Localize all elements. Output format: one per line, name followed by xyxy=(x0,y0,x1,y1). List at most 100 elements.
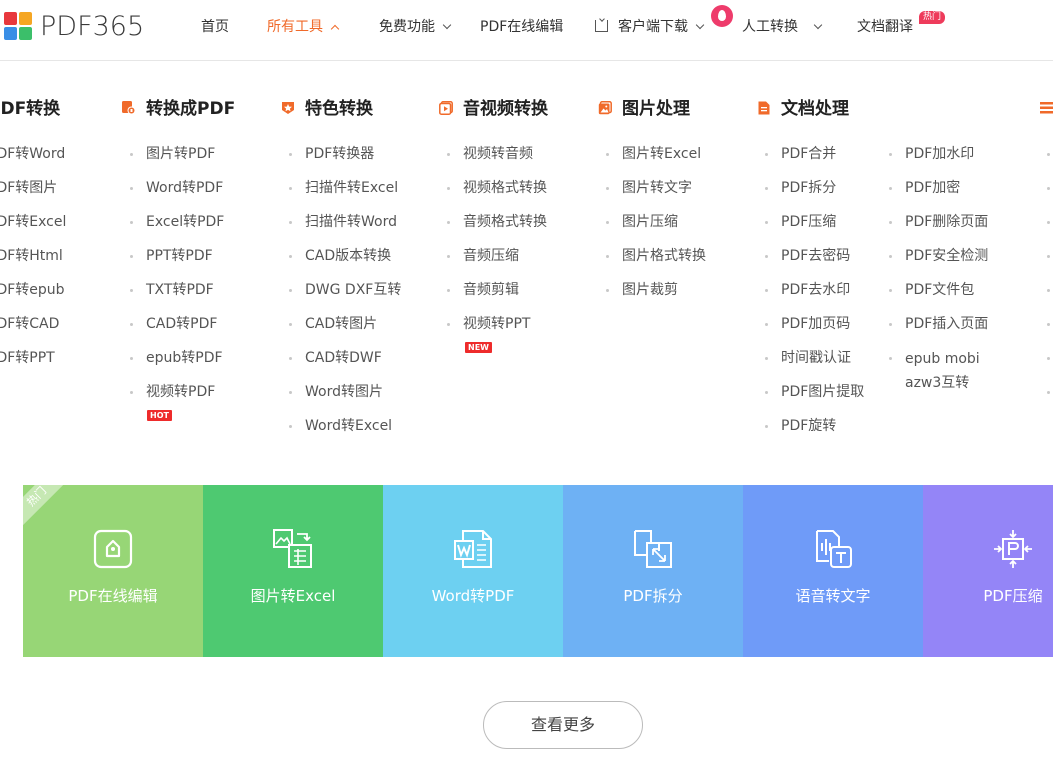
word-to-pdf-icon xyxy=(454,530,492,568)
menu-item-pdf-image-extract[interactable]: PDF图片提取 xyxy=(765,381,864,415)
menu-item-pdf-encrypt[interactable]: PDF加密 xyxy=(889,177,988,211)
menu-item-epub-mobi-line1: epub mobi xyxy=(905,351,980,367)
star-badge-icon xyxy=(282,102,294,114)
menu-item-audio-compress[interactable]: 音频压缩 xyxy=(447,245,547,279)
doc-process-list-b: PDF加水印 PDF加密 PDF删除页面 PDF安全检测 PDF文件包 PDF插… xyxy=(889,143,988,395)
menu-item-video-format[interactable]: 视频格式转换 xyxy=(447,177,547,211)
menu-item-pdf-insert-page[interactable]: PDF插入页面 xyxy=(889,313,988,347)
more-category-icon xyxy=(1040,102,1053,114)
menu-item-image-to-text[interactable]: 图片转文字 xyxy=(606,177,706,211)
menu-item-timestamp[interactable]: 时间戳认证 xyxy=(765,347,864,381)
menu-item-pdf-remove-password[interactable]: PDF去密码 xyxy=(765,245,864,279)
tile-label: 图片转Excel xyxy=(250,587,336,605)
nav-client-download-label: 客户端下载 xyxy=(618,19,688,35)
menu-item-pdf-to-ppt[interactable]: PDF转PPT xyxy=(0,347,66,381)
pdf-convert-list: PDF转Word PDF转图片 PDF转Excel PDF转Html PDF转e… xyxy=(0,143,66,381)
online-edit-icon xyxy=(93,529,133,569)
category-title-special: 特色转换 xyxy=(305,99,373,119)
menu-item-excel-to-pdf[interactable]: Excel转PDF xyxy=(130,211,224,245)
brand-logo[interactable]: PDF365 xyxy=(4,10,145,42)
nav-doc-translate[interactable]: 文档翻译 xyxy=(857,17,913,37)
pdf-compress-icon xyxy=(994,530,1032,568)
menu-item-pdf-compress[interactable]: PDF压缩 xyxy=(765,211,864,245)
menu-item-cad-to-pdf[interactable]: CAD转PDF xyxy=(130,313,224,347)
nav-client-download[interactable]: 客户端下载 xyxy=(595,17,705,37)
tile-label: PDF拆分 xyxy=(623,587,683,605)
nav-free-features-label: 免费功能 xyxy=(379,19,435,35)
menu-item-word-to-image[interactable]: Word转图片 xyxy=(289,381,401,415)
nav-free-features[interactable]: 免费功能 xyxy=(379,17,452,37)
menu-item-pdf-to-word[interactable]: PDF转Word xyxy=(0,143,66,177)
image-process-list: 图片转Excel 图片转文字 图片压缩 图片格式转换 图片裁剪 xyxy=(606,143,706,313)
menu-item-image-crop[interactable]: 图片裁剪 xyxy=(606,279,706,313)
menu-item-scan-to-word[interactable]: 扫描件转Word xyxy=(289,211,401,245)
menu-item-pdf-add-page-number[interactable]: PDF加页码 xyxy=(765,313,864,347)
menu-item-audio-format[interactable]: 音频格式转换 xyxy=(447,211,547,245)
popular-tools: 热门 PDF在线编辑 图片转Excel Word转PDF PDF拆分 语音转文字… xyxy=(23,485,1053,657)
menu-item-pdf-rotate[interactable]: PDF旋转 xyxy=(765,415,864,449)
menu-item-pdf-delete-page[interactable]: PDF删除页面 xyxy=(889,211,988,245)
tile-image-to-excel[interactable]: 图片转Excel xyxy=(203,485,383,657)
menu-item-epub-mobi-azw3[interactable]: epub mobi azw3互转 xyxy=(889,347,988,395)
menu-item-pdf-to-excel[interactable]: PDF转Excel xyxy=(0,211,66,245)
view-more-button[interactable]: 查看更多 xyxy=(483,701,643,749)
nav-home[interactable]: 首页 xyxy=(201,17,229,37)
menu-item-pdf-add-watermark[interactable]: PDF加水印 xyxy=(889,143,988,177)
image-icon xyxy=(598,101,612,115)
category-title-image: 图片处理 xyxy=(622,99,690,119)
menu-item-pdf-converter[interactable]: PDF转换器 xyxy=(289,143,401,177)
tile-label: Word转PDF xyxy=(431,587,515,605)
menu-item-video-to-ppt[interactable]: 视频转PPT xyxy=(447,313,547,347)
tile-speech-to-text[interactable]: 语音转文字 xyxy=(743,485,923,657)
menu-item-scan-to-excel[interactable]: 扫描件转Excel xyxy=(289,177,401,211)
menu-item-epub-to-pdf[interactable]: epub转PDF xyxy=(130,347,224,381)
speech-to-text-icon xyxy=(816,530,852,568)
tile-pdf-split[interactable]: PDF拆分 xyxy=(563,485,743,657)
nav-all-tools[interactable]: 所有工具 xyxy=(267,17,340,37)
menu-item-pdf-security-check[interactable]: PDF安全检测 xyxy=(889,245,988,279)
menu-item-image-to-excel[interactable]: 图片转Excel xyxy=(606,143,706,177)
menu-item-word-to-pdf[interactable]: Word转PDF xyxy=(130,177,224,211)
tile-label: 语音转文字 xyxy=(795,587,871,605)
nav-human-convert[interactable]: 人工转换 xyxy=(742,17,823,37)
menu-item-ppt-to-pdf[interactable]: PPT转PDF xyxy=(130,245,224,279)
menu-item-pdf-to-html[interactable]: PDF转Html xyxy=(0,245,66,279)
menu-item-pdf-remove-watermark[interactable]: PDF去水印 xyxy=(765,279,864,313)
chevron-down-icon xyxy=(813,20,823,30)
tile-word-to-pdf[interactable]: Word转PDF xyxy=(383,485,563,657)
brand-name: PDF365 xyxy=(40,10,145,42)
tile-label: PDF压缩 xyxy=(983,587,1043,605)
chevron-down-icon xyxy=(442,20,452,30)
menu-item-image-format[interactable]: 图片格式转换 xyxy=(606,245,706,279)
menu-item-pdf-merge[interactable]: PDF合并 xyxy=(765,143,864,177)
menu-item-epub-mobi-line2: azw3互转 xyxy=(905,375,970,391)
menu-item-pdf-split[interactable]: PDF拆分 xyxy=(765,177,864,211)
logo-mark-icon xyxy=(4,12,32,40)
menu-item-word-to-excel[interactable]: Word转Excel xyxy=(289,415,401,449)
doc-process-list-a: PDF合并 PDF拆分 PDF压缩 PDF去密码 PDF去水印 PDF加页码 时… xyxy=(765,143,864,449)
to-pdf-list: 图片转PDF Word转PDF Excel转PDF PPT转PDF TXT转PD… xyxy=(130,143,224,415)
menu-item-pdf-to-epub[interactable]: PDF转epub xyxy=(0,279,66,313)
menu-item-pdf-package[interactable]: PDF文件包 xyxy=(889,279,988,313)
document-icon xyxy=(758,101,770,115)
menu-item-txt-to-pdf[interactable]: TXT转PDF xyxy=(130,279,224,313)
menu-item-pdf-to-image[interactable]: PDF转图片 xyxy=(0,177,66,211)
menu-item-dwg-dxf[interactable]: DWG DXF互转 xyxy=(289,279,401,313)
new-tag: NEW xyxy=(465,342,492,353)
tile-pdf-compress[interactable]: PDF压缩 xyxy=(923,485,1053,657)
tile-pdf-online-edit[interactable]: 热门 PDF在线编辑 xyxy=(23,485,203,657)
hot-tag: HOT xyxy=(147,410,172,421)
menu-item-video-to-audio[interactable]: 视频转音频 xyxy=(447,143,547,177)
menu-item-image-to-pdf[interactable]: 图片转PDF xyxy=(130,143,224,177)
menu-item-video-to-pdf[interactable]: 视频转PDF xyxy=(130,381,224,415)
menu-item-cad-version[interactable]: CAD版本转换 xyxy=(289,245,401,279)
nav-online-edit[interactable]: PDF在线编辑 xyxy=(480,17,563,37)
menu-item-cad-to-image[interactable]: CAD转图片 xyxy=(289,313,401,347)
chevron-down-icon xyxy=(695,20,705,30)
fire-icon xyxy=(711,5,733,27)
menu-item-pdf-to-cad[interactable]: PDF转CAD xyxy=(0,313,66,347)
download-icon xyxy=(595,20,608,32)
menu-item-audio-cut[interactable]: 音频剪辑 xyxy=(447,279,547,313)
menu-item-cad-to-dwf[interactable]: CAD转DWF xyxy=(289,347,401,381)
menu-item-image-compress[interactable]: 图片压缩 xyxy=(606,211,706,245)
